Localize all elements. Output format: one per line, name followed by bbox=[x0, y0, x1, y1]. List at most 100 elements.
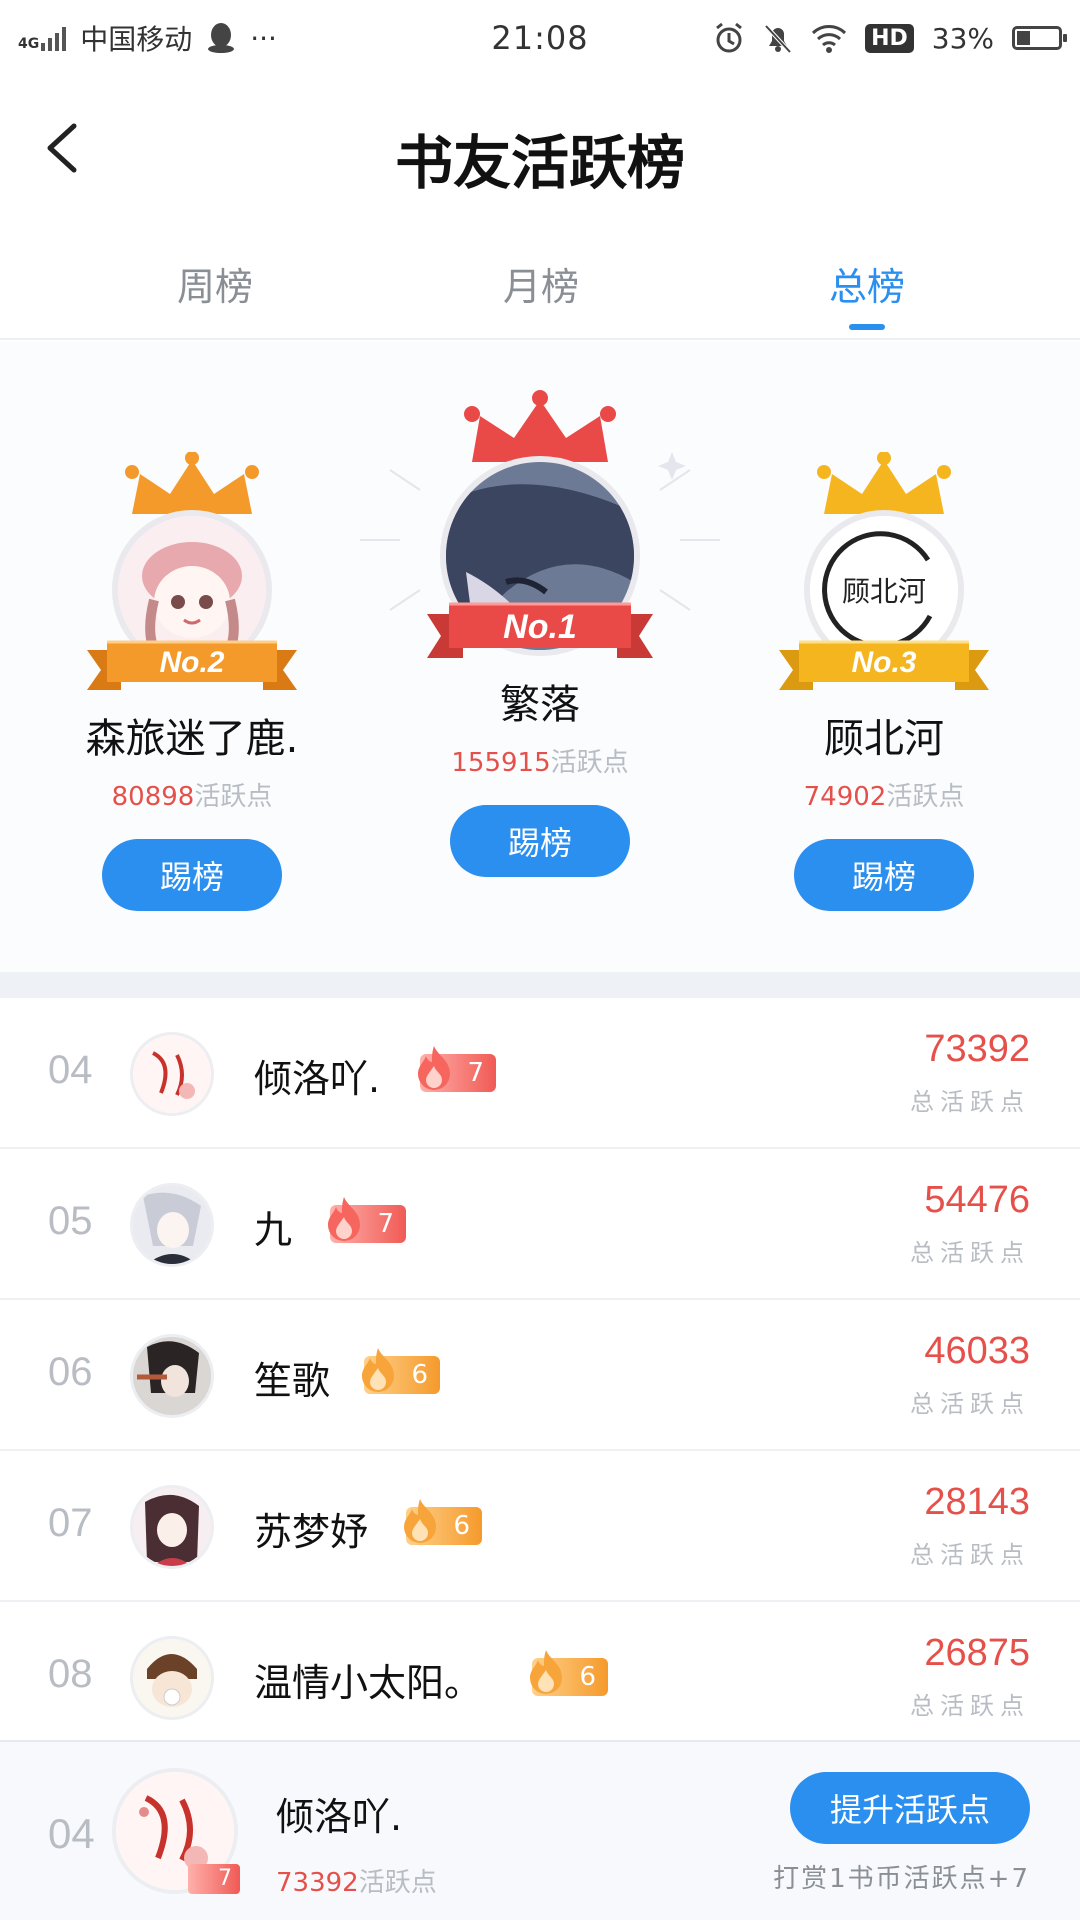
rank-badge: No.1 bbox=[503, 608, 577, 646]
avatar-signature: 顾北河 bbox=[841, 575, 926, 608]
avatar bbox=[130, 1636, 214, 1720]
points-unit: 活跃点 bbox=[886, 782, 965, 812]
carrier-label: 中国移动 bbox=[80, 23, 193, 56]
page-title: 书友活跃榜 bbox=[394, 129, 685, 197]
kick-button[interactable]: 踢榜 bbox=[102, 839, 282, 911]
score-value: 54476 bbox=[924, 1179, 1030, 1221]
score-label: 总活跃点 bbox=[910, 1390, 1030, 1418]
top-bar: 书友活跃榜 bbox=[0, 90, 1080, 210]
champion-points: 74902活跃点 bbox=[764, 776, 1004, 813]
champion-name: 森旅迷了鹿. bbox=[85, 716, 299, 762]
tab-total[interactable]: 总榜 bbox=[792, 256, 942, 340]
status-right: HD 33% bbox=[713, 21, 1067, 55]
list-item[interactable]: 07 苏梦妤 6 28143 总活跃点 bbox=[0, 1451, 1080, 1602]
rank-ribbon: No.2 bbox=[72, 636, 312, 696]
score-label: 总活跃点 bbox=[910, 1541, 1030, 1569]
qq-icon bbox=[208, 23, 235, 53]
tab-label: 月榜 bbox=[502, 265, 579, 309]
champion-points: 80898活跃点 bbox=[72, 776, 312, 813]
level-badge: 7 bbox=[418, 1046, 496, 1092]
user-name: 九 bbox=[254, 1208, 293, 1252]
level-badge: 6 bbox=[362, 1348, 440, 1394]
top-three-podium: No.2 森旅迷了鹿. 80898活跃点 踢榜 No.1 繁落 155915活跃… bbox=[0, 342, 1080, 972]
alarm-icon bbox=[716, 22, 743, 53]
tab-monthly[interactable]: 月榜 bbox=[466, 256, 616, 340]
more-notifications: ··· bbox=[250, 21, 277, 55]
champion-points: 155915活跃点 bbox=[410, 742, 670, 779]
rank-number: 06 bbox=[48, 1350, 93, 1394]
avatar bbox=[130, 1334, 214, 1418]
flame-icon bbox=[418, 1046, 450, 1090]
score-value: 26875 bbox=[924, 1632, 1030, 1674]
list-item[interactable]: 08 温情小太阳。 6 26875 总活跃点 bbox=[0, 1602, 1080, 1753]
boost-activity-button[interactable]: 提升活跃点 bbox=[790, 1772, 1030, 1844]
status-bar: 4G 中国移动 ··· 21:08 HD 33% bbox=[0, 0, 1080, 76]
my-rank-number: 04 bbox=[48, 1810, 95, 1857]
tab-bar: 周榜 月榜 总榜 bbox=[0, 240, 1080, 340]
score-label: 总活跃点 bbox=[910, 1088, 1030, 1116]
rank-number: 05 bbox=[48, 1199, 93, 1243]
ranking-list: 04 倾洛吖. 7 73392 总活跃点 05 九 7 54476 总活跃点 0… bbox=[0, 998, 1080, 1753]
rank-badge: No.3 bbox=[851, 646, 917, 679]
podium-third: 顾北河 No.3 顾北河 74902活跃点 踢榜 bbox=[764, 452, 1004, 911]
flame-icon bbox=[404, 1499, 436, 1543]
tab-label: 周榜 bbox=[176, 265, 253, 309]
rank-ribbon: No.1 bbox=[410, 598, 670, 662]
kick-button[interactable]: 踢榜 bbox=[794, 839, 974, 911]
my-points: 73392活跃点 bbox=[276, 1862, 437, 1899]
user-name: 温情小太阳。 bbox=[254, 1661, 483, 1705]
kick-button[interactable]: 踢榜 bbox=[450, 805, 630, 877]
champion-name: 繁落 bbox=[500, 682, 580, 728]
score-value: 28143 bbox=[924, 1481, 1030, 1523]
flame-icon bbox=[362, 1348, 394, 1392]
list-item[interactable]: 06 笙歌 6 46033 总活跃点 bbox=[0, 1300, 1080, 1451]
my-level-number: 7 bbox=[218, 1866, 232, 1891]
flame-icon bbox=[530, 1650, 562, 1694]
my-level-badge: 7 bbox=[188, 1864, 240, 1894]
network-type: 4G bbox=[18, 36, 40, 52]
points-unit: 活跃点 bbox=[194, 782, 273, 812]
avatar bbox=[130, 1183, 214, 1267]
level-badge: 6 bbox=[530, 1650, 608, 1696]
level-number: 6 bbox=[453, 1511, 470, 1541]
score-label: 总活跃点 bbox=[910, 1239, 1030, 1267]
list-item[interactable]: 05 九 7 54476 总活跃点 bbox=[0, 1149, 1080, 1300]
my-name: 倾洛吖. bbox=[276, 1795, 403, 1839]
champion-name: 顾北河 bbox=[824, 716, 944, 762]
rank-number: 07 bbox=[48, 1501, 93, 1545]
my-points-unit: 活跃点 bbox=[358, 1868, 437, 1898]
battery-percent: 33% bbox=[931, 21, 994, 55]
rank-number: 04 bbox=[48, 1048, 93, 1092]
wifi-icon bbox=[812, 25, 847, 53]
tab-weekly[interactable]: 周榜 bbox=[140, 256, 290, 340]
level-badge: 7 bbox=[328, 1197, 406, 1243]
rank-number: 08 bbox=[48, 1652, 93, 1696]
tab-label: 总榜 bbox=[828, 265, 905, 309]
avatar bbox=[130, 1032, 214, 1116]
avatar-frame[interactable] bbox=[360, 390, 720, 656]
signal-icon: 4G bbox=[18, 25, 67, 52]
my-points-value: 73392 bbox=[276, 1868, 359, 1898]
level-badge: 6 bbox=[404, 1499, 482, 1545]
points-value: 80898 bbox=[111, 782, 195, 812]
points-value: 74902 bbox=[803, 782, 887, 812]
points-unit: 活跃点 bbox=[550, 748, 629, 778]
avatar bbox=[130, 1485, 214, 1569]
level-number: 6 bbox=[579, 1662, 596, 1692]
list-item[interactable]: 04 倾洛吖. 7 73392 总活跃点 bbox=[0, 998, 1080, 1149]
level-number: 7 bbox=[377, 1209, 394, 1239]
podium-first: No.1 繁落 155915活跃点 踢榜 bbox=[360, 390, 720, 877]
my-rank-bar: 04 7 倾洛吖. 73392活跃点 提升活跃点 打赏1书币活跃点+7 bbox=[0, 1740, 1080, 1920]
level-number: 6 bbox=[411, 1360, 428, 1390]
user-name: 笙歌 bbox=[254, 1359, 331, 1403]
user-name: 苏梦妤 bbox=[254, 1510, 369, 1554]
hd-badge: HD bbox=[865, 23, 914, 53]
podium-second: No.2 森旅迷了鹿. 80898活跃点 踢榜 bbox=[72, 452, 312, 911]
battery-icon bbox=[1012, 26, 1067, 50]
rank-ribbon: No.3 bbox=[764, 636, 1004, 696]
section-divider bbox=[0, 972, 1080, 998]
user-name: 倾洛吖. bbox=[254, 1057, 381, 1101]
score-label: 总活跃点 bbox=[910, 1692, 1030, 1720]
score-value: 46033 bbox=[924, 1330, 1030, 1372]
reward-hint: 打赏1书币活跃点+7 bbox=[773, 1864, 1030, 1894]
